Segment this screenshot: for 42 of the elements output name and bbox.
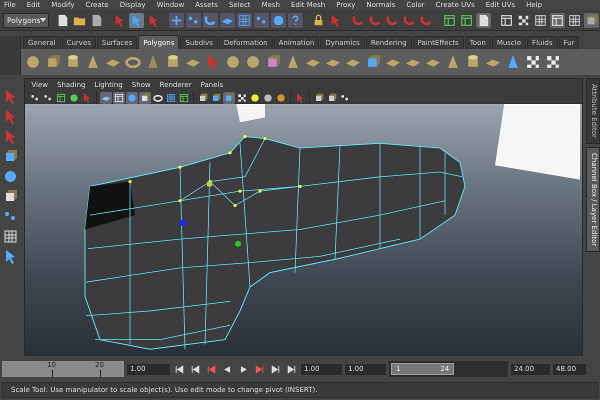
sphere-icon[interactable] xyxy=(262,92,274,104)
plane-icon[interactable] xyxy=(100,92,112,104)
layout-icon[interactable] xyxy=(442,12,458,28)
checker-icon[interactable] xyxy=(544,53,562,71)
sphere-icon[interactable] xyxy=(271,12,286,28)
cube-icon[interactable] xyxy=(223,92,236,104)
document-icon[interactable] xyxy=(476,12,492,28)
checker-icon[interactable] xyxy=(524,53,542,71)
cube-icon[interactable] xyxy=(139,92,152,104)
caret-icon xyxy=(40,18,46,22)
shelf-handle[interactable] xyxy=(0,36,21,75)
sphere-icon[interactable] xyxy=(68,92,80,104)
cube-icon[interactable] xyxy=(326,92,338,104)
grid-icon[interactable] xyxy=(165,92,178,104)
sphere-icon[interactable] xyxy=(275,92,288,104)
checker-icon[interactable] xyxy=(516,12,532,28)
layout-icon[interactable] xyxy=(113,92,126,104)
skip-back-icon[interactable] xyxy=(173,362,186,376)
cube-icon[interactable] xyxy=(584,12,600,28)
sphere-icon[interactable] xyxy=(249,92,262,104)
layout-icon[interactable] xyxy=(550,12,566,28)
layout-icon[interactable] xyxy=(499,12,514,28)
grid-icon[interactable] xyxy=(567,12,582,28)
layout-icon[interactable] xyxy=(178,92,190,104)
dots-icon[interactable] xyxy=(186,12,202,28)
cube-icon[interactable] xyxy=(210,92,222,104)
dots-icon[interactable] xyxy=(254,12,270,28)
help-icon[interactable] xyxy=(288,12,304,28)
sphere-icon[interactable] xyxy=(126,92,138,104)
checker-icon[interactable] xyxy=(236,92,248,104)
cube-icon[interactable] xyxy=(197,92,210,104)
grid-icon[interactable] xyxy=(237,12,252,28)
skip-forward-icon[interactable] xyxy=(285,362,298,376)
grid-icon[interactable] xyxy=(533,12,548,28)
layout-icon[interactable] xyxy=(459,12,474,28)
plus-icon[interactable] xyxy=(169,12,184,28)
cube-icon[interactable] xyxy=(313,92,326,104)
plane-icon[interactable] xyxy=(220,12,236,28)
skip-forward-icon[interactable] xyxy=(269,362,282,376)
grid-icon[interactable] xyxy=(2,228,20,245)
layout-icon[interactable] xyxy=(55,92,68,104)
skip-back-icon[interactable] xyxy=(189,362,202,376)
